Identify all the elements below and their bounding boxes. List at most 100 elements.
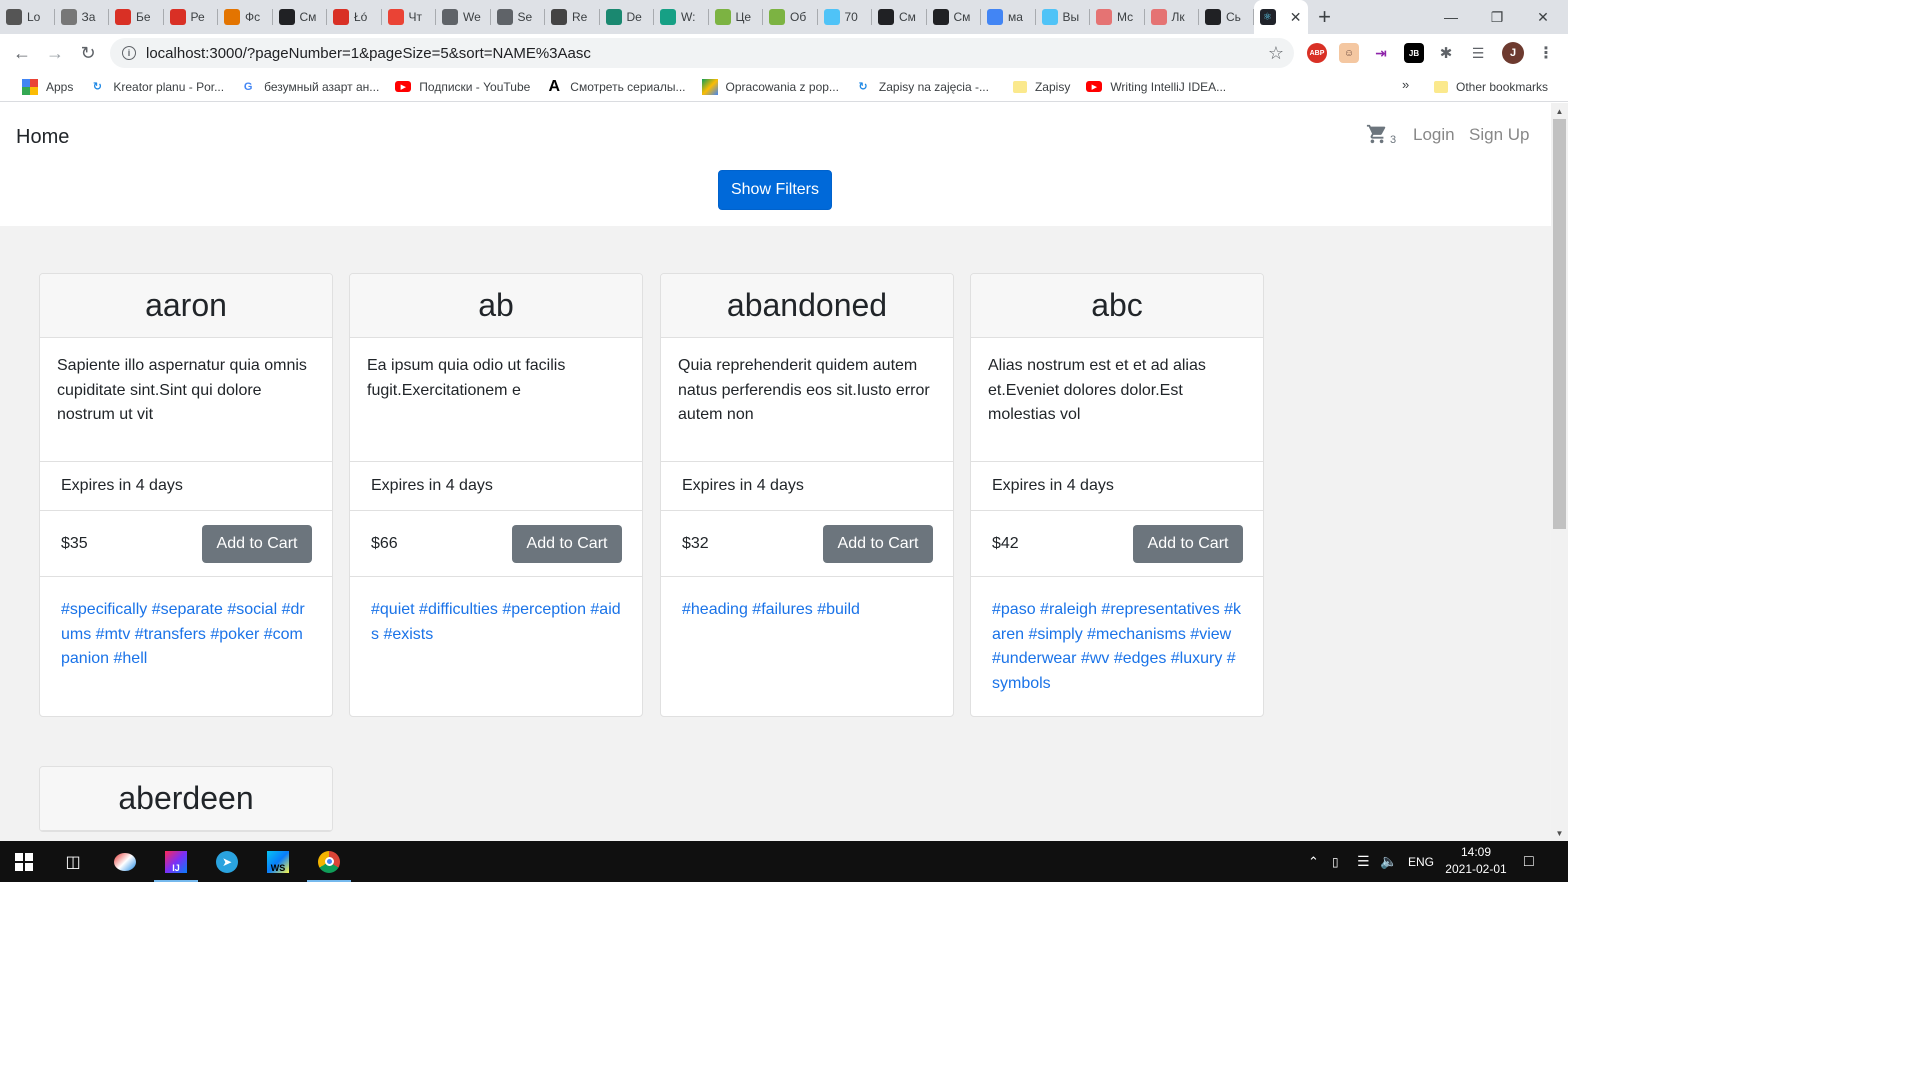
browser-tab[interactable]: W:	[654, 0, 709, 34]
battery-icon[interactable]: ▯	[1332, 841, 1339, 882]
scrollbar-thumb[interactable]	[1553, 119, 1566, 529]
start-button[interactable]	[0, 841, 48, 882]
browser-tab[interactable]: Se	[491, 0, 546, 34]
browser-tab[interactable]: 70	[818, 0, 873, 34]
io-icon	[496, 9, 513, 25]
add-to-cart-button[interactable]: Add to Cart	[512, 524, 622, 563]
home-link[interactable]: Home	[16, 126, 69, 149]
coin-icon	[714, 9, 731, 25]
adblock-icon[interactable]: ABP	[1307, 43, 1327, 63]
back-button[interactable]: ←	[6, 37, 38, 69]
extension-arrow-icon[interactable]: ⇥	[1371, 43, 1391, 63]
other-bookmarks-folder[interactable]: Other bookmarks	[1426, 73, 1556, 101]
menu-kebab-icon[interactable]: ⋮	[1536, 43, 1556, 63]
browser-tab[interactable]: Це	[709, 0, 764, 34]
webstorm-app-icon[interactable]: WS	[254, 841, 302, 882]
browser-tab[interactable]: Сь	[1199, 0, 1254, 34]
browser-tab[interactable]: Re	[545, 0, 600, 34]
card-tags[interactable]: #heading #failures #build	[661, 577, 953, 716]
tab-title: См	[899, 10, 916, 24]
wifi-icon[interactable]: ☰	[1357, 841, 1370, 882]
bookmark-item[interactable]: Apps	[14, 73, 81, 101]
bookmark-item[interactable]: ↻ Kreator planu - Por...	[81, 73, 232, 101]
forward-button[interactable]: →	[39, 37, 71, 69]
tray-overflow-icon[interactable]: ⌃	[1308, 841, 1319, 882]
bookmark-item[interactable]: Gбезумный азарт ан...	[232, 73, 387, 101]
windows-logo-icon	[15, 852, 33, 871]
browser-tab[interactable]: We	[436, 0, 491, 34]
window-close-button[interactable]: ✕	[1520, 0, 1566, 34]
minimize-button[interactable]: —	[1428, 0, 1474, 34]
language-indicator[interactable]: ENG	[1408, 841, 1434, 882]
bookmark-star-icon[interactable]: ☆	[1268, 43, 1284, 64]
browser-tab[interactable]: См	[927, 0, 982, 34]
card-tags[interactable]: #paso #raleigh #representatives #karen #…	[971, 577, 1263, 716]
bookmark-item[interactable]: Opracowania z pop...	[694, 73, 847, 101]
notifications-icon[interactable]: □	[1524, 841, 1534, 882]
bookmark-item[interactable]: Zapisy	[1005, 73, 1078, 101]
tab-title: Вы	[1062, 10, 1080, 24]
scroll-up-arrow-icon[interactable]: ▲	[1551, 103, 1568, 119]
signup-link[interactable]: Sign Up	[1469, 125, 1529, 145]
intellij-app-icon[interactable]: IJ	[152, 841, 200, 882]
card-price: $35	[61, 534, 88, 552]
extensions-puzzle-icon[interactable]: ✱	[1436, 43, 1456, 63]
browser-tab[interactable]: Ре	[164, 0, 219, 34]
site-info-icon[interactable]: i	[122, 46, 136, 60]
tur-icon	[169, 9, 186, 25]
browser-tab[interactable]: Мс	[1090, 0, 1145, 34]
tur-icon	[115, 9, 131, 25]
bookmark-item[interactable]: A Смотреть сериалы...	[538, 73, 693, 101]
card-price: $42	[992, 534, 1019, 552]
bookmark-item[interactable]: ↻ Zapisy na zajęcia -...	[847, 73, 997, 101]
browser-tab[interactable]: За	[55, 0, 110, 34]
extension-face-icon[interactable]: ☺	[1339, 43, 1359, 63]
task-view-icon[interactable]: ◫	[49, 841, 97, 882]
site-navbar: Home 3 Login Sign Up Show Filters	[0, 103, 1551, 226]
media-queue-icon[interactable]: ☰	[1468, 43, 1488, 63]
browser-tab[interactable]: См	[273, 0, 328, 34]
browser-tab[interactable]: Бе	[109, 0, 164, 34]
browser-tab[interactable]: Łó	[327, 0, 382, 34]
add-to-cart-button[interactable]: Add to Cart	[202, 524, 312, 563]
add-to-cart-button[interactable]: Add to Cart	[823, 524, 933, 563]
scroll-down-arrow-icon[interactable]: ▼	[1551, 825, 1568, 841]
reload-button[interactable]: ↻	[72, 37, 104, 69]
browser-tab[interactable]: Lo	[0, 0, 55, 34]
card-tags[interactable]: #quiet #difficulties #perception #aids #…	[350, 577, 642, 716]
tab-title: Фс	[245, 10, 261, 24]
volume-icon[interactable]: 🔈	[1380, 841, 1397, 882]
card-price-row: $35 Add to Cart	[40, 511, 332, 577]
browser-tab[interactable]: Чт	[382, 0, 437, 34]
browser-tab[interactable]: См	[872, 0, 927, 34]
loop-icon: ↻	[92, 81, 102, 93]
login-link[interactable]: Login	[1413, 125, 1455, 145]
paint-app-icon[interactable]	[101, 841, 149, 882]
card-tags[interactable]: #specifically #separate #social #drums #…	[40, 577, 332, 716]
chrome-app-icon[interactable]	[305, 841, 353, 882]
browser-tab[interactable]: Фс	[218, 0, 273, 34]
show-filters-button[interactable]: Show Filters	[718, 170, 832, 210]
cart-icon[interactable]	[1366, 123, 1388, 150]
add-to-cart-button[interactable]: Add to Cart	[1133, 524, 1243, 563]
address-bar[interactable]: i localhost:3000/?pageNumber=1&pageSize=…	[110, 38, 1294, 68]
bookmark-label: Kreator planu - Por...	[113, 79, 225, 94]
new-tab-button[interactable]: +	[1308, 0, 1342, 34]
tab-close-icon[interactable]: ✕	[1290, 9, 1302, 26]
telegram-app-icon[interactable]: ➤	[203, 841, 251, 882]
browser-tab[interactable]: Лк	[1145, 0, 1200, 34]
jetbrains-icon[interactable]: JB	[1404, 43, 1424, 63]
bookmarks-overflow-button[interactable]: »	[1402, 77, 1409, 92]
bookmark-item[interactable]: ▶ Writing IntelliJ IDEA...	[1078, 73, 1234, 101]
browser-tab[interactable]: Об	[763, 0, 818, 34]
active-browser-tab[interactable]: ⚛ ✕	[1253, 0, 1308, 34]
profile-avatar[interactable]: J	[1502, 42, 1524, 64]
browser-tab[interactable]: ма	[981, 0, 1036, 34]
system-clock[interactable]: 14:09 2021-02-01	[1440, 844, 1512, 878]
apps-grid-icon	[22, 78, 38, 95]
page-scrollbar[interactable]: ▲ ▼	[1551, 103, 1568, 841]
maximize-button[interactable]: ❐	[1474, 0, 1520, 34]
browser-tab[interactable]: Вы	[1036, 0, 1091, 34]
bookmark-item[interactable]: ▶ Подписки - YouTube	[387, 73, 538, 101]
browser-tab[interactable]: De	[600, 0, 655, 34]
